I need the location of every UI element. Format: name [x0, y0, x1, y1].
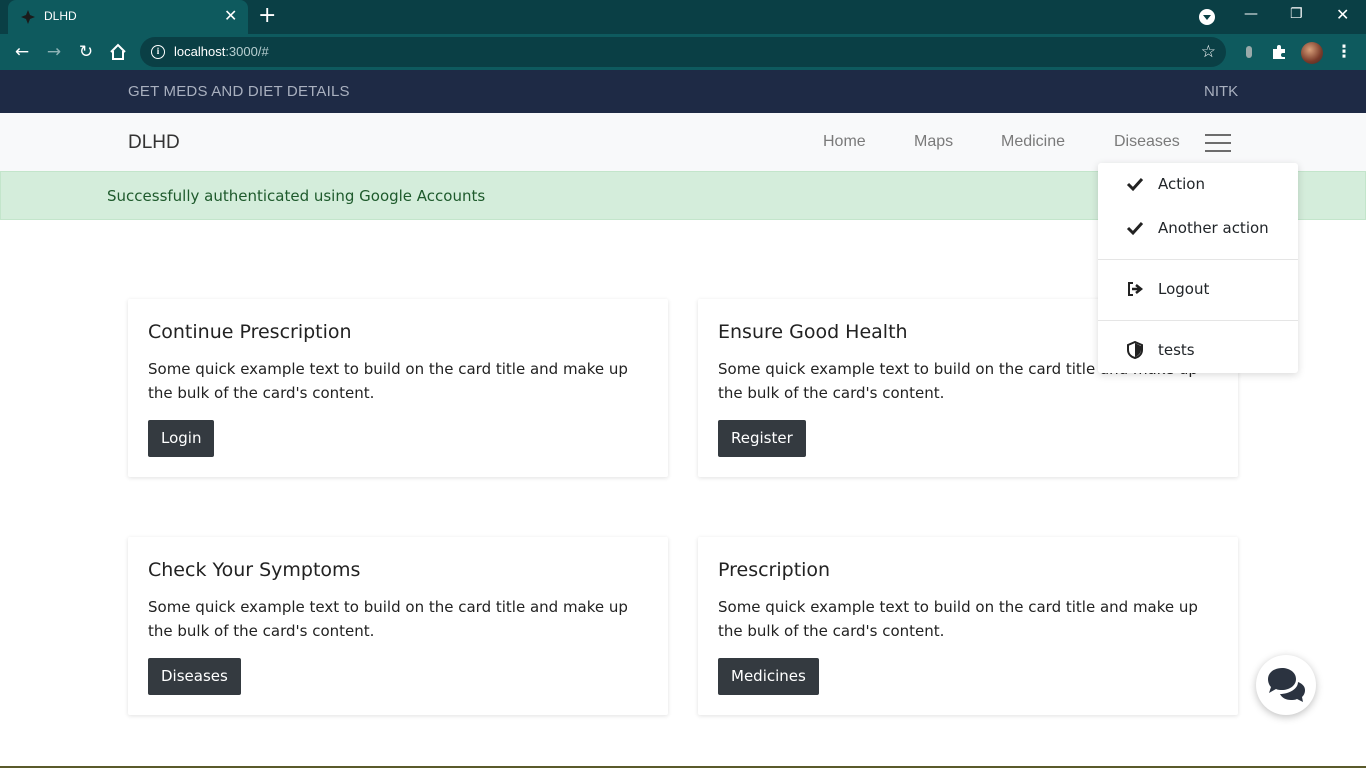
check-icon [1126, 177, 1144, 192]
card-text: Some quick example text to build on the … [148, 360, 628, 402]
card-prescription: Prescription Some quick example text to … [698, 537, 1238, 715]
dropdown-item-action[interactable]: Action [1098, 163, 1298, 207]
dropdown-item-logout[interactable]: Logout [1098, 268, 1298, 312]
restore-icon[interactable]: ❐ [1290, 6, 1303, 22]
nav-maps[interactable]: Maps [914, 133, 953, 151]
dropdown-divider [1098, 259, 1298, 260]
card-check-symptoms: Check Your Symptoms Some quick example t… [128, 537, 668, 715]
card-title: Continue Prescription [148, 321, 352, 343]
nav-home[interactable]: Home [823, 133, 866, 151]
login-button[interactable]: Login [148, 420, 215, 457]
new-tab-icon[interactable]: + [258, 4, 276, 28]
bookmark-star-icon[interactable]: ☆ [1201, 42, 1216, 62]
site-info-icon[interactable]: i [151, 45, 165, 59]
profile-avatar[interactable] [1301, 42, 1323, 64]
tab-title: DLHD [44, 9, 77, 23]
card-continue-prescription: Continue Prescription Some quick example… [128, 299, 668, 477]
chat-button[interactable] [1256, 655, 1316, 715]
back-icon[interactable]: ← [13, 43, 31, 61]
brand-logo[interactable]: DLHD [128, 132, 180, 154]
sign-out-icon [1128, 282, 1144, 296]
org-name: NITK [1204, 83, 1239, 100]
web-page: GET MEDS AND DIET DETAILS NITK DLHD Home… [0, 70, 1366, 768]
tagline: GET MEDS AND DIET DETAILS [128, 83, 350, 100]
favicon-icon [21, 10, 35, 24]
dropdown-item-tests[interactable]: tests [1098, 329, 1298, 373]
card-text: Some quick example text to build on the … [718, 598, 1198, 640]
card-title: Check Your Symptoms [148, 559, 361, 581]
nav-diseases[interactable]: Diseases [1114, 133, 1180, 151]
shield-icon [1127, 341, 1143, 359]
tab-search-icon[interactable] [1199, 9, 1215, 25]
card-title: Prescription [718, 559, 831, 581]
browser-tab[interactable]: DLHD ✕ [8, 0, 248, 34]
medicines-button[interactable]: Medicines [718, 658, 819, 695]
register-button[interactable]: Register [718, 420, 806, 457]
alert-text: Successfully authenticated using Google … [107, 187, 486, 205]
window-close-icon[interactable]: ✕ [1336, 5, 1349, 24]
dropdown-menu: Action Another action Logout tests [1098, 163, 1298, 373]
menu-kebab-icon[interactable]: ⋮ [1335, 43, 1353, 61]
address-bar[interactable]: i localhost:3000/# ☆ [140, 37, 1226, 67]
extension-icon[interactable] [1240, 43, 1258, 61]
minimize-icon[interactable]: — [1244, 6, 1258, 22]
chat-bubbles-icon [1268, 668, 1305, 702]
nav-medicine[interactable]: Medicine [1001, 133, 1065, 151]
dropdown-item-label: Action [1158, 175, 1205, 193]
dropdown-item-label: tests [1158, 341, 1195, 359]
check-icon [1126, 221, 1144, 236]
dropdown-item-label: Logout [1158, 280, 1210, 298]
browser-tab-strip: DLHD ✕ + — ❐ ✕ [0, 0, 1366, 34]
top-strip: GET MEDS AND DIET DETAILS NITK [0, 70, 1366, 113]
reload-icon[interactable]: ↻ [77, 43, 95, 61]
browser-toolbar: ← → ↻ i localhost:3000/# ☆ ⋮ [0, 34, 1366, 70]
dropdown-divider [1098, 320, 1298, 321]
url-text: localhost:3000/# [174, 44, 269, 59]
home-icon[interactable] [109, 43, 127, 61]
diseases-button[interactable]: Diseases [148, 658, 241, 695]
tab-close-icon[interactable]: ✕ [224, 7, 237, 25]
dropdown-item-label: Another action [1158, 219, 1269, 237]
extensions-puzzle-icon[interactable] [1270, 43, 1288, 61]
card-title: Ensure Good Health [718, 321, 908, 343]
dropdown-item-another-action[interactable]: Another action [1098, 207, 1298, 251]
hamburger-menu-icon[interactable] [1205, 134, 1231, 152]
card-text: Some quick example text to build on the … [148, 598, 628, 640]
forward-icon[interactable]: → [45, 43, 63, 61]
